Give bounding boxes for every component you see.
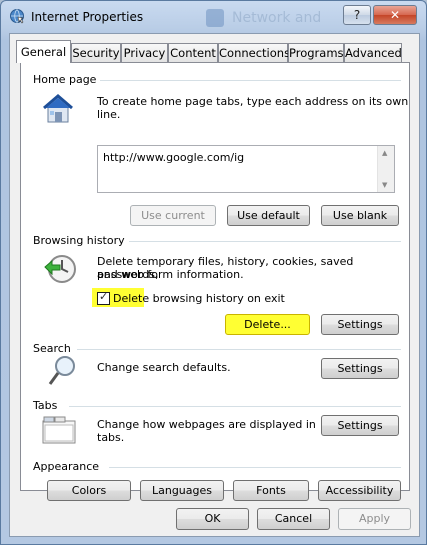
tab-general[interactable]: General (16, 40, 71, 63)
delete-on-exit-label[interactable]: Delete browsing history on exit (113, 292, 285, 305)
tab-security[interactable]: Security (71, 43, 121, 62)
tab-connections[interactable]: Connections (218, 43, 290, 62)
tabs-description-line1: Change how webpages are displayed in (97, 418, 316, 431)
delete-button[interactable]: Delete... (225, 314, 310, 335)
scroll-down-icon[interactable]: ▼ (382, 181, 387, 189)
history-clock-icon (44, 255, 76, 283)
browsing-history-settings-button[interactable]: Settings (321, 314, 399, 335)
use-default-button[interactable]: Use default (227, 205, 310, 226)
section-divider (77, 349, 401, 350)
internet-options-icon (10, 9, 24, 24)
section-divider (69, 406, 401, 407)
magnifier-icon (48, 356, 75, 385)
section-divider (93, 80, 401, 81)
help-button[interactable]: ? (343, 5, 371, 25)
home-page-icon (43, 94, 73, 123)
home-page-description: To create home page tabs, type each addr… (97, 95, 409, 121)
internet-properties-window: Network and Internet Properties ? ✕ Gene… (0, 0, 427, 545)
browsing-history-description-line2: and web form information. (97, 268, 244, 281)
home-page-url-value: http://www.google.com/ig (103, 151, 245, 164)
tabs-icon (42, 416, 76, 444)
section-divider (109, 467, 401, 468)
close-button[interactable]: ✕ (373, 5, 417, 25)
dialog-client-area: General Security Privacy Content Connect… (9, 33, 420, 537)
cancel-button[interactable]: Cancel (257, 508, 330, 530)
title-bar[interactable]: Internet Properties ? ✕ (7, 5, 421, 29)
tab-content[interactable]: Content (168, 43, 218, 62)
tab-advanced[interactable]: Advanced (344, 43, 402, 62)
window-title: Internet Properties (31, 10, 144, 24)
fonts-button[interactable]: Fonts (233, 480, 309, 501)
search-section-title: Search (33, 342, 75, 355)
tabs-section-title: Tabs (33, 399, 62, 412)
search-settings-button[interactable]: Settings (321, 358, 399, 379)
checkmark-icon: ✓ (99, 290, 109, 303)
use-blank-button[interactable]: Use blank (321, 205, 399, 226)
home-page-url-input[interactable]: http://www.google.com/ig ▲ ▼ (97, 145, 395, 193)
tabs-settings-button[interactable]: Settings (321, 415, 399, 436)
accessibility-button[interactable]: Accessibility (318, 480, 401, 501)
colors-button[interactable]: Colors (47, 480, 131, 501)
url-scrollbar[interactable]: ▲ ▼ (377, 146, 394, 192)
scroll-up-icon[interactable]: ▲ (382, 149, 387, 157)
home-page-section-title: Home page (33, 73, 101, 86)
apply-button[interactable]: Apply (338, 508, 411, 530)
tab-programs[interactable]: Programs (288, 43, 344, 62)
browsing-history-section-title: Browsing history (33, 234, 129, 247)
appearance-section-title: Appearance (33, 460, 104, 473)
tab-strip: General Security Privacy Content Connect… (16, 40, 416, 63)
search-description: Change search defaults. (97, 361, 231, 374)
use-current-button[interactable]: Use current (130, 205, 216, 226)
tabs-description-line2: tabs. (97, 431, 125, 444)
languages-button[interactable]: Languages (140, 480, 224, 501)
section-divider (121, 241, 401, 242)
ok-button[interactable]: OK (176, 508, 249, 530)
delete-on-exit-checkbox[interactable]: ✓ (97, 290, 110, 305)
tab-privacy[interactable]: Privacy (121, 43, 168, 62)
general-tab-panel: Home page To create home page tabs, type… (20, 62, 410, 501)
